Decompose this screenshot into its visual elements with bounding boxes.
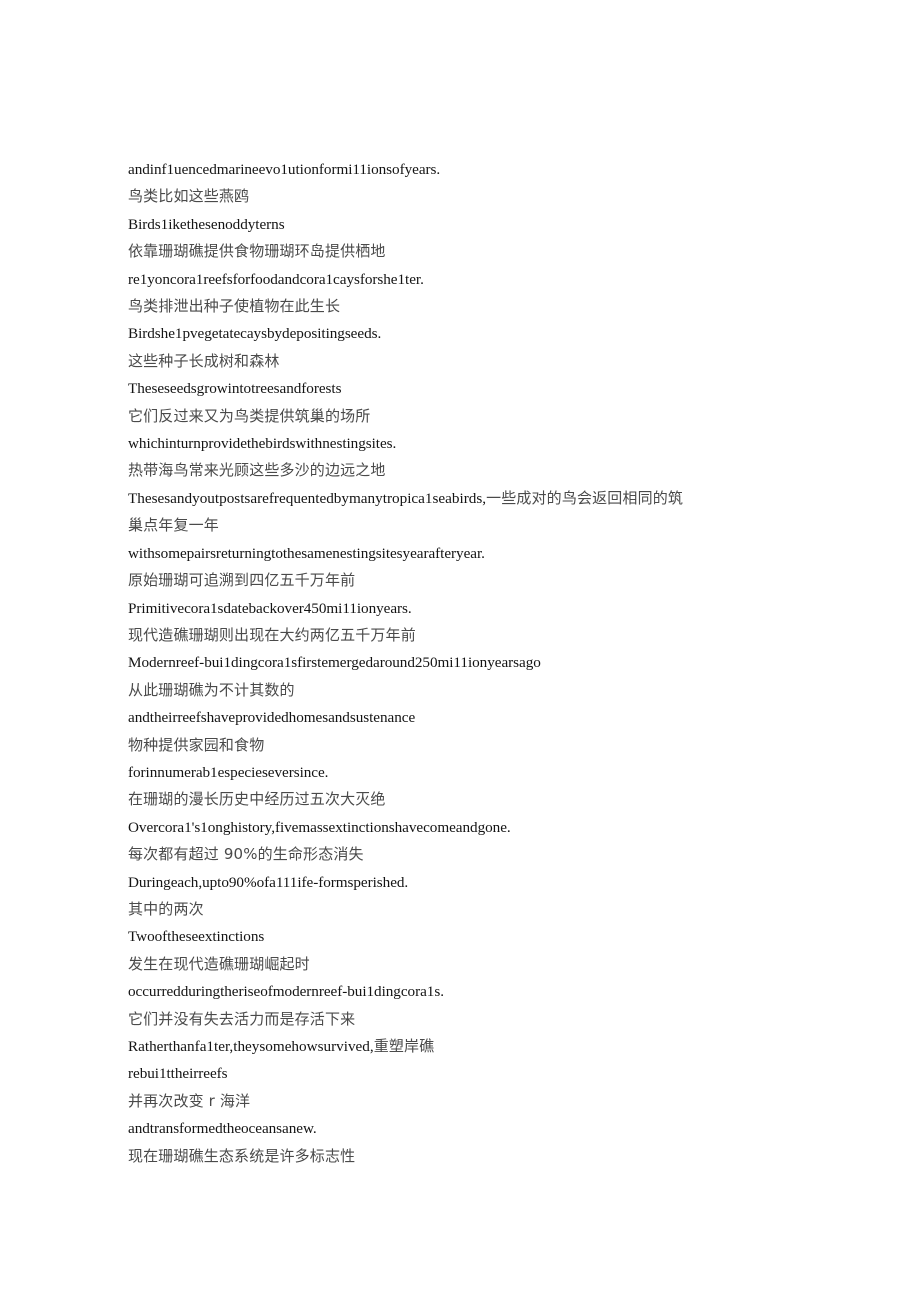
text-line: 每次都有超过 90%的生命形态消失 [128, 845, 364, 864]
text-run-cjk: 重塑岸礁 [373, 1037, 435, 1055]
text-line: 现代造礁珊瑚则出现在大约两亿五千万年前 [128, 625, 416, 644]
text-line: 发生在现代造礁珊瑚崛起时 [128, 954, 310, 973]
text-run-latin: Ratherthanfa1ter,theysomehowsurvived, [128, 1038, 374, 1055]
text-line: Theseseedsgrowintotreesandforests [128, 380, 342, 398]
document-text-body: andinf1uencedmarineevo1utionformi11ionso… [128, 156, 688, 1170]
text-line: 这些种子长成树和森林 [128, 351, 280, 370]
text-line: whichinturnprovidethebirdswithnestingsit… [128, 435, 397, 453]
text-line: 物种提供家园和食物 [128, 735, 265, 754]
text-line: rebui1ttheirreefs [128, 1065, 228, 1083]
text-line: 现在珊瑚礁生态系统是许多标志性 [128, 1146, 356, 1165]
text-line: 它们并没有失去活力而是存活下来 [128, 1009, 356, 1028]
text-line: Duringeach,upto90%ofa111ife-formsperishe… [128, 873, 409, 891]
text-line: 鸟类比如这些燕鸥 [128, 187, 250, 206]
text-line: 鸟类排泄出种子使植物在此生长 [128, 297, 341, 316]
text-line: andtransformedtheoceansanew. [128, 1120, 317, 1138]
text-line: occurredduringtheriseofmodernreef-bui1di… [128, 983, 444, 1001]
text-line: Ratherthanfa1ter,theysomehowsurvived,重塑岸… [128, 1033, 688, 1060]
text-line: 热带海鸟常来光顾这些多沙的边远之地 [128, 461, 386, 480]
text-line: Modernreef-bui1dingcora1sfirstemergedaro… [128, 654, 541, 672]
text-line: re1yoncora1reefsforfoodandcora1caysforsh… [128, 270, 424, 288]
text-line: 依靠珊瑚礁提供食物珊瑚环岛提供栖地 [128, 242, 386, 261]
text-line: Thesesandyoutpostsarefrequentedbymanytro… [128, 485, 688, 540]
text-line: 其中的两次 [128, 899, 204, 918]
text-line: 原始珊瑚可追溯到四亿五千万年前 [128, 571, 356, 590]
document-page: andinf1uencedmarineevo1utionformi11ionso… [0, 0, 920, 1301]
text-line: andinf1uencedmarineevo1utionformi11ionso… [128, 161, 441, 178]
text-line: Birds1ikethesenoddyterns [128, 215, 285, 233]
text-line: andtheirreefshaveprovidedhomesandsustena… [128, 709, 416, 727]
text-line: Twooftheseextinctions [128, 928, 265, 946]
text-line: 从此珊瑚礁为不计其数的 [128, 680, 295, 699]
text-line: 它们反过来又为鸟类提供筑巢的场所 [128, 406, 371, 425]
text-run-latin: Thesesandyoutpostsarefrequentedbymanytro… [128, 489, 487, 507]
text-line: withsomepairsreturningtothesamenestingsi… [128, 544, 485, 562]
text-line: Primitivecora1sdatebackover450mi11ionyea… [128, 599, 412, 617]
text-line: 并再次改变 r 海洋 [128, 1091, 251, 1110]
text-line: 在珊瑚的漫长历史中经历过五次大灭绝 [128, 790, 386, 809]
text-line: Birdshe1pvegetatecaysbydepositingseeds. [128, 325, 382, 343]
text-line: Overcora1's1onghistory,fivemassextinctio… [128, 818, 511, 836]
text-line: forinnumerab1especieseversince. [128, 763, 329, 781]
